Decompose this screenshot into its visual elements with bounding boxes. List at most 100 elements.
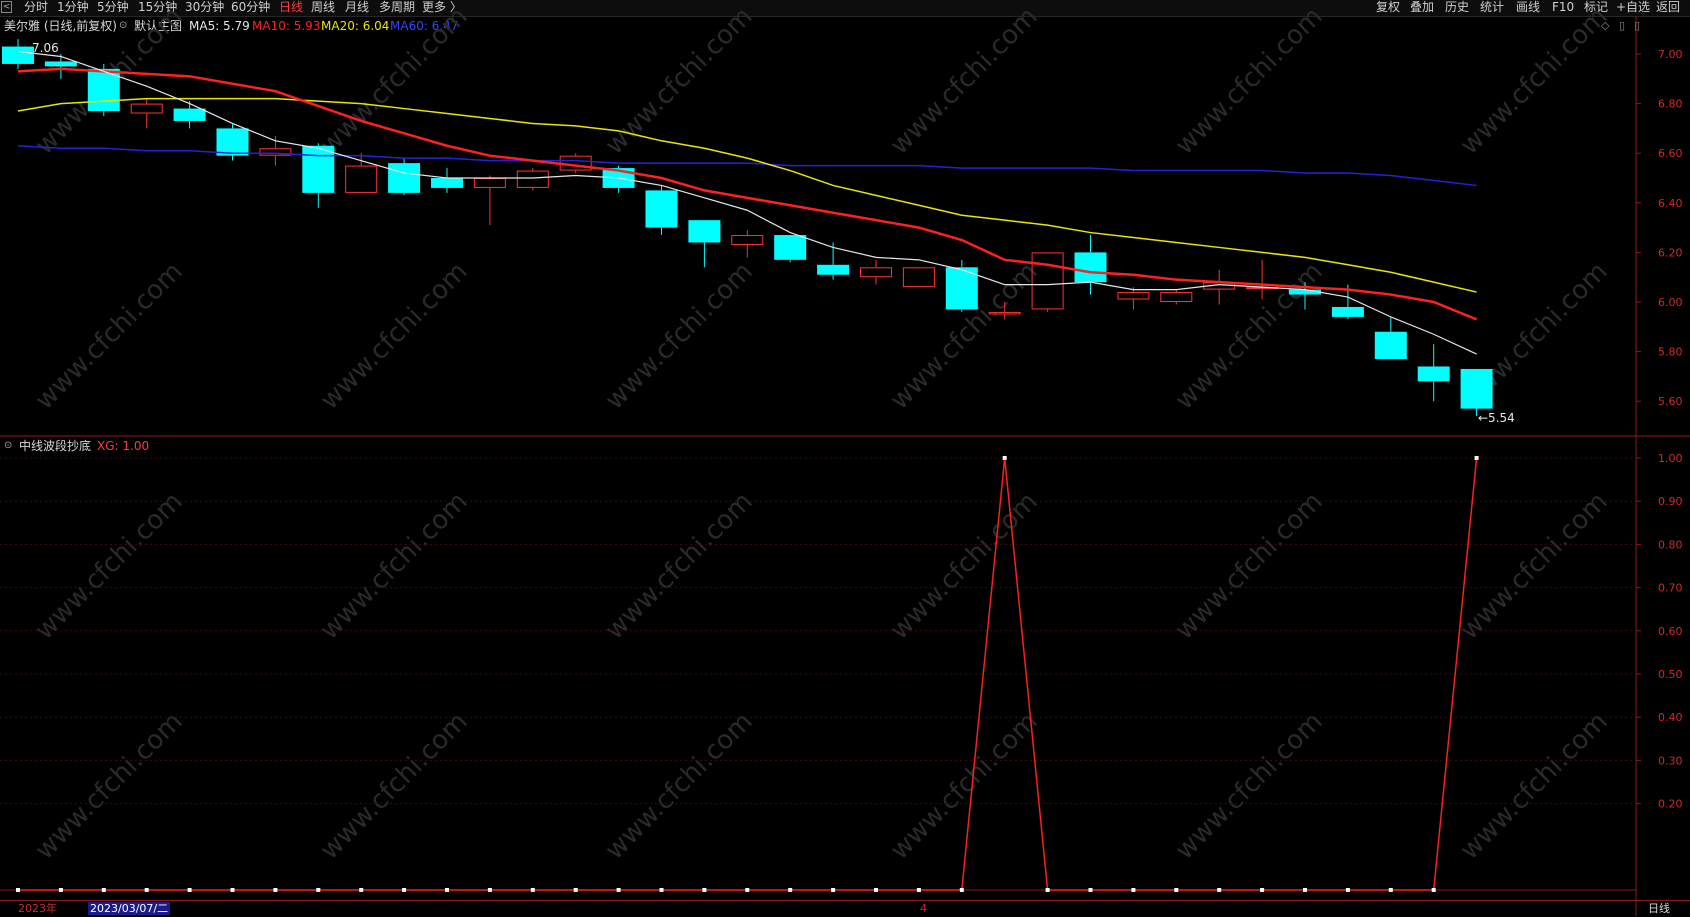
xg-point — [273, 888, 278, 892]
xg-point — [316, 888, 321, 892]
xg-point — [58, 888, 63, 892]
candle-up — [130, 103, 163, 114]
xg-point — [916, 888, 921, 892]
watermark-text: www.cfchi.com — [1455, 487, 1614, 646]
watermark-text: www.cfchi.com — [30, 257, 189, 416]
indicator-tick-label: 0.80 — [1658, 538, 1683, 551]
watermark-text: www.cfchi.com — [1455, 2, 1614, 161]
xg-point — [1303, 888, 1307, 892]
candle-down — [388, 163, 421, 193]
xg-point — [573, 888, 578, 892]
xg-point — [101, 888, 106, 892]
candle-up — [516, 170, 549, 188]
xg-point — [1131, 888, 1136, 892]
xg-point — [874, 888, 878, 892]
indicator-tick-label: 1.00 — [1658, 452, 1683, 465]
xg-point — [1002, 456, 1007, 460]
xg-point — [1174, 888, 1179, 892]
indicator-tick-label: 0.40 — [1658, 711, 1683, 724]
candle-up — [1117, 292, 1150, 300]
month-marker: 4 — [920, 902, 927, 915]
xg-point — [1474, 456, 1479, 460]
watermark-text: www.cfchi.com — [315, 257, 474, 416]
watermark-text: www.cfchi.com — [1170, 707, 1329, 866]
xg-point — [359, 888, 364, 892]
y-tick-label: 6.20 — [1658, 246, 1683, 259]
indicator-tick-label: 0.60 — [1658, 625, 1683, 638]
y-tick-label: 5.80 — [1658, 346, 1683, 359]
candle-down — [216, 128, 249, 156]
indicator-tick-label: 0.50 — [1658, 668, 1683, 681]
candle-up — [345, 165, 378, 193]
indicator-tick-label: 0.70 — [1658, 582, 1683, 595]
candle-down — [774, 235, 807, 260]
y-tick-label: 6.60 — [1658, 147, 1683, 160]
candle-down — [1460, 368, 1493, 409]
watermark-text: www.cfchi.com — [885, 487, 1044, 646]
date-axis: 2023年 2023/03/07/二 4 日线 — [0, 900, 1690, 917]
xg-point — [1431, 888, 1436, 892]
xg-point — [659, 888, 664, 892]
candle-down — [645, 190, 678, 228]
candle-down — [688, 220, 721, 243]
year-label: 2023年 — [18, 902, 57, 915]
candle-down — [173, 108, 206, 121]
xg-point — [831, 888, 836, 892]
xg-point — [445, 888, 449, 892]
watermark-text: www.cfchi.com — [1170, 487, 1329, 646]
watermark-text: www.cfchi.com — [1455, 707, 1614, 866]
candle-down — [431, 178, 463, 188]
period-label: 日线 — [1648, 902, 1670, 915]
y-tick-label: 6.00 — [1658, 296, 1683, 309]
candle-down — [302, 145, 335, 193]
watermark-text: www.cfchi.com — [600, 2, 759, 161]
candle-down — [44, 61, 77, 67]
candle-down — [1374, 331, 1407, 360]
xg-point — [487, 888, 492, 892]
candle-up — [731, 235, 764, 245]
xg-point — [1388, 888, 1393, 892]
xg-point — [788, 888, 793, 892]
xg-point — [16, 888, 20, 892]
y-tick-label: 6.40 — [1658, 197, 1683, 210]
xg-point — [1088, 888, 1093, 892]
kline-chart[interactable]: www.cfchi.com www.cfchi.com www.cfchi.com w… — [0, 0, 1690, 916]
xg-point — [1045, 888, 1050, 892]
candle-down — [1074, 252, 1107, 283]
y-tick-label: 7.00 — [1658, 48, 1683, 61]
candle-up — [473, 178, 506, 188]
watermark-text: www.cfchi.com — [885, 2, 1044, 161]
xg-point — [144, 888, 149, 892]
xg-point — [702, 888, 707, 892]
xg-point — [1345, 888, 1350, 892]
indicator-tick-label: 0.30 — [1658, 754, 1683, 767]
watermark-text: www.cfchi.com — [315, 707, 474, 866]
xg-point — [1260, 888, 1265, 892]
watermark-text: www.cfchi.com — [600, 257, 759, 416]
candle-up — [1160, 292, 1193, 302]
xg-point — [745, 888, 750, 892]
xg-point — [1217, 888, 1222, 892]
watermark-text: www.cfchi.com — [600, 707, 759, 866]
candle-down — [817, 264, 850, 275]
ma20-line — [17, 97, 1477, 293]
watermark-text: www.cfchi.com — [885, 707, 1044, 866]
watermark-text: www.cfchi.com — [600, 487, 759, 646]
xg-point — [402, 888, 407, 892]
xg-point — [230, 888, 235, 892]
y-tick-label: 5.60 — [1658, 395, 1683, 408]
candle-down — [2, 46, 34, 64]
xg-point — [959, 888, 964, 892]
y-tick-label: 6.80 — [1658, 98, 1683, 111]
high-price-label: 7.06 — [32, 41, 59, 55]
indicator-tick-label: 0.90 — [1658, 495, 1683, 508]
watermark-text: www.cfchi.com — [315, 2, 474, 161]
watermark-text: www.cfchi.com — [315, 487, 474, 646]
watermark-text: www.cfchi.com — [30, 487, 189, 646]
xg-point — [616, 888, 621, 892]
candle-down — [1417, 366, 1450, 382]
low-price-label: ←5.54 — [1478, 411, 1515, 425]
xg-point — [530, 888, 535, 892]
candle-up — [902, 267, 935, 288]
candle-up — [860, 267, 892, 278]
